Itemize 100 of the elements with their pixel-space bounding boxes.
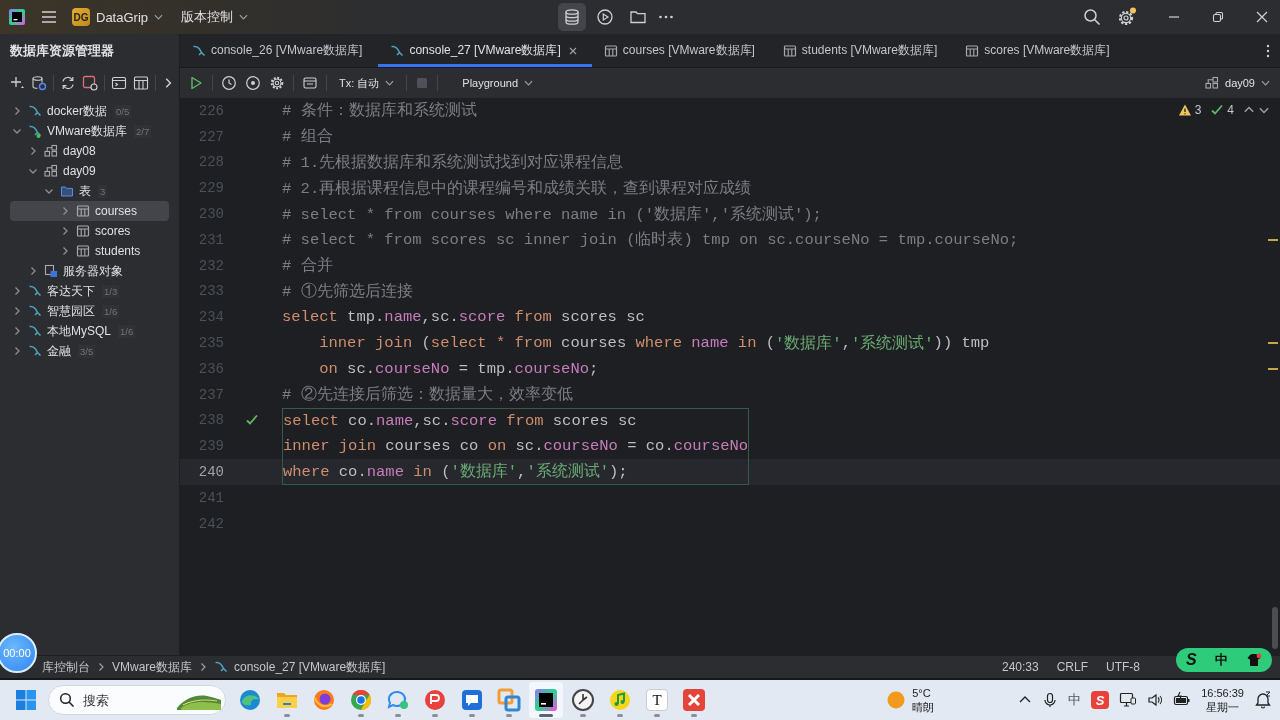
settings-icon[interactable] [1117, 7, 1137, 27]
caret-icon [239, 14, 249, 20]
tree-item[interactable]: 表 3 [10, 181, 169, 201]
chevron-down-icon[interactable] [44, 186, 54, 196]
encoding[interactable]: UTF-8 [1106, 660, 1140, 674]
chevron-right-icon[interactable] [12, 346, 22, 356]
cross-tile-icon[interactable] [682, 688, 706, 712]
editor-tab[interactable]: console_26 [VMware数据库] [180, 34, 379, 67]
database-icon [563, 8, 582, 26]
close-icon[interactable] [567, 45, 578, 56]
chevron-right-icon[interactable] [12, 286, 22, 296]
cursor-position[interactable]: 240:33 [1001, 660, 1039, 674]
tool-window-button[interactable] [558, 3, 587, 31]
breadcrumb[interactable]: VMware数据库 [112, 658, 192, 676]
refresh-icon[interactable] [60, 75, 76, 91]
plus-icon[interactable] [9, 75, 25, 91]
documents-icon [44, 264, 58, 278]
app-logo-icon[interactable] [8, 8, 26, 26]
tree-item[interactable]: 金融 3/5 [10, 341, 169, 361]
speaker-icon[interactable] [1147, 692, 1164, 708]
clock-day[interactable]: 星期一 [1206, 700, 1240, 714]
close-icon[interactable] [1255, 10, 1269, 24]
chevron-right-icon[interactable] [28, 146, 38, 156]
overlapping-squares-icon[interactable] [497, 688, 521, 712]
chat-bubble-icon[interactable] [386, 688, 410, 712]
input-method-logo[interactable]: S [1091, 691, 1110, 709]
menu-icon[interactable] [40, 8, 58, 26]
check-icon[interactable] [1210, 103, 1225, 117]
tree-item[interactable]: scores [10, 221, 169, 241]
warning-marker-icon[interactable] [1268, 342, 1278, 345]
tree-item[interactable]: VMware数据库 2/7 [10, 121, 169, 141]
breadcrumb[interactable]: console_27 [VMware数据库] [234, 658, 386, 676]
play-icon[interactable] [188, 75, 204, 91]
terminal-icon[interactable] [111, 75, 127, 91]
session-dropdown[interactable]: Playground [458, 72, 537, 94]
ime-mode[interactable]: 中 [1214, 651, 1228, 669]
warning-count: 3 [1194, 103, 1202, 117]
database-ring-icon[interactable] [31, 75, 47, 91]
microphone-icon[interactable] [1042, 692, 1059, 708]
app-logo-icon[interactable] [534, 688, 558, 712]
table-icon[interactable] [133, 75, 149, 91]
breadcrumb[interactable]: 库控制台 [42, 658, 90, 676]
swirl-icon[interactable] [238, 688, 262, 712]
warning-marker-icon[interactable] [1268, 367, 1278, 370]
table-icon [76, 244, 90, 258]
search-icon[interactable] [1083, 8, 1101, 26]
transaction-dropdown[interactable]: Tx: 自动 [335, 72, 399, 94]
tree-item[interactable]: 本地MySQL 1/6 [10, 321, 169, 341]
tree-item[interactable]: students [10, 241, 169, 261]
clock-time[interactable]: 16:56:39 [1201, 686, 1244, 700]
bell-icon[interactable] [1254, 691, 1272, 709]
restore-icon[interactable] [1211, 10, 1225, 24]
music-note-icon[interactable] [608, 688, 632, 712]
tree-item[interactable]: courses [10, 201, 169, 221]
chevron-right-icon[interactable] [12, 106, 22, 116]
tree-item[interactable]: 服务器对象 [10, 261, 169, 281]
panel-icon[interactable] [302, 75, 318, 91]
ime-widget[interactable]: S 中 [1176, 648, 1272, 672]
tree-item[interactable]: day08 [10, 141, 169, 161]
settings-icon[interactable] [269, 75, 285, 91]
code-line: # 合并 [282, 255, 333, 278]
tree-item[interactable]: 智慧园区 1/6 [10, 301, 169, 321]
chevron-right-icon[interactable] [28, 266, 38, 276]
line-separator[interactable]: CRLF [1056, 660, 1088, 674]
vcs-menu[interactable]: 版本控制 [181, 4, 249, 30]
letter-icon[interactable]: T [646, 689, 668, 711]
chevron-right-icon[interactable] [12, 326, 22, 336]
input-method-indicator[interactable]: 中 [1068, 691, 1082, 709]
chevron-right-icon[interactable] [12, 306, 22, 316]
tree-item[interactable]: day09 [10, 161, 169, 181]
message-icon[interactable] [460, 688, 484, 712]
warning-marker-icon[interactable] [1268, 238, 1278, 241]
clock-icon[interactable] [571, 688, 595, 712]
globe-icon[interactable] [312, 688, 336, 712]
item-count: 3 [98, 184, 108, 198]
line-number: 240 [197, 463, 224, 483]
code-line: # select * from scores sc inner join (临时表) tmp on sc.courseNo = tmp.courseNo; [282, 230, 1019, 252]
caret-icon [385, 80, 395, 86]
square-ring-icon[interactable] [82, 75, 98, 91]
tree-item[interactable]: 客达天下 1/3 [10, 281, 169, 301]
project-menu[interactable]: DG DataGrip [72, 4, 164, 30]
chevron-right-icon[interactable] [60, 246, 70, 256]
chevron-down-icon[interactable] [12, 126, 22, 136]
scrollbar-thumb[interactable] [1272, 607, 1278, 649]
editor-tab[interactable]: scores [VMware数据库] [953, 34, 1126, 67]
circle-dot-icon[interactable] [245, 75, 261, 91]
ring-icon[interactable] [349, 688, 373, 712]
warning-icon[interactable] [1177, 103, 1192, 117]
disc-icon[interactable] [423, 688, 447, 712]
editor-tab[interactable]: students [VMware数据库] [770, 34, 954, 67]
tree-item[interactable]: docker数据 0/5 [10, 101, 169, 121]
schema-dropdown[interactable]: day09 [1201, 72, 1274, 94]
search-icon [59, 692, 75, 708]
four-squares-icon[interactable] [15, 689, 37, 711]
chevron-right-icon[interactable] [60, 226, 70, 236]
code-line: # ②先连接后筛选：数据量大，效率变低 [282, 384, 573, 407]
monitor-icon[interactable] [1119, 691, 1138, 709]
editor-tab[interactable]: courses [VMware数据库] [591, 34, 771, 67]
chevron-down-icon[interactable] [28, 166, 38, 176]
shirt-icon[interactable] [1246, 652, 1262, 668]
